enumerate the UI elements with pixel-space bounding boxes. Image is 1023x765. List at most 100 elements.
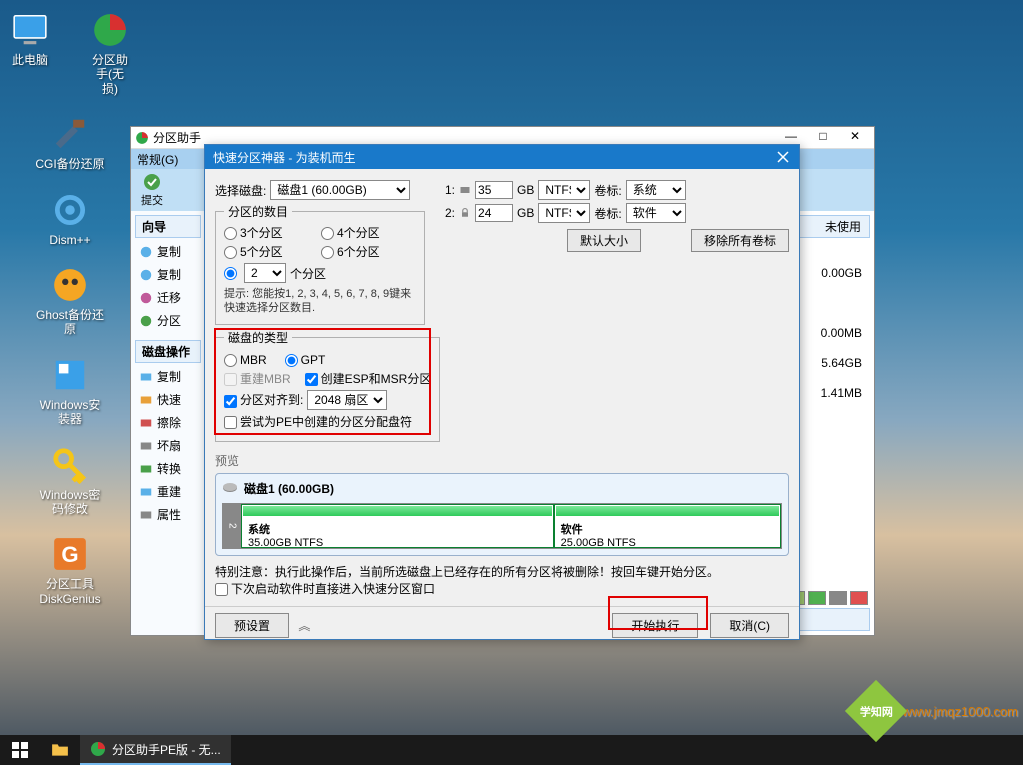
commit-icon (142, 172, 162, 192)
sidebar-item[interactable]: 擦除 (135, 411, 201, 434)
partition-2-num: 2: (445, 206, 455, 220)
sidebar-item[interactable]: 转换 (135, 457, 201, 480)
disk-type-legend: 磁盘的类型 (224, 329, 292, 346)
gb-label: GB (517, 206, 534, 220)
taskbar-app-partition[interactable]: 分区助手PE版 - 无... (80, 735, 231, 765)
sidebar-item[interactable]: 分区 (135, 309, 201, 332)
menu-general[interactable]: 常规(G) (137, 151, 178, 168)
desktop-icon-computer[interactable]: 此电脑 (10, 10, 50, 96)
partition-2-size[interactable] (475, 204, 513, 222)
diskgenius-icon: G (51, 535, 89, 573)
svg-text:G: G (61, 542, 78, 567)
radio-4-partitions[interactable]: 4个分区 (321, 224, 416, 241)
radio-mbr[interactable]: MBR (224, 353, 267, 367)
radio-3-partitions[interactable]: 3个分区 (224, 224, 319, 241)
sidebar-item[interactable]: 复制 (135, 365, 201, 388)
value-cell: 1.41MB (821, 386, 862, 400)
partition-count-fieldset: 分区的数目 3个分区 4个分区 5个分区 6个分区 2 个分区 提示: 您能按1… (215, 203, 425, 325)
preview-disk-title: 磁盘1 (60.00GB) (244, 480, 334, 497)
maximize-button[interactable]: □ (808, 129, 838, 147)
partition-1-row: 1: GB NTFS 卷标: 系统 (445, 180, 789, 200)
taskbar-explorer[interactable] (40, 735, 80, 765)
sidebar-item[interactable]: 坏扇 (135, 434, 201, 457)
taskbar: 分区助手PE版 - 无... (0, 735, 1023, 765)
expand-icon[interactable]: ︽ (298, 619, 310, 633)
remove-labels-button[interactable]: 移除所有卷标 (691, 229, 789, 252)
dialog-title: 快速分区神器 - 为装机而生 (213, 149, 356, 166)
desktop-icon-partition[interactable]: 分区助手(无损) (90, 10, 130, 96)
volume-label-lbl: 卷标: (594, 205, 621, 222)
radio-gpt[interactable]: GPT (285, 353, 326, 367)
computer-icon (11, 11, 49, 49)
partition-2-label[interactable]: 软件 (626, 203, 686, 223)
desktop-icon-ghost[interactable]: Ghost备份还原 (10, 265, 130, 337)
partition-1-size[interactable] (475, 181, 513, 199)
cancel-button[interactable]: 取消(C) (710, 613, 789, 638)
quick-partition-dialog: 快速分区神器 - 为装机而生 选择磁盘: 磁盘1 (60.00GB) 分区的数目… (204, 144, 800, 640)
toolbar-commit[interactable]: 提交 (141, 172, 163, 208)
partition-hint: 提示: 您能按1, 2, 3, 4, 5, 6, 7, 8, 9键来快速选择分区… (224, 287, 416, 316)
preview-label: 预览 (215, 452, 789, 469)
close-icon (777, 151, 789, 163)
lock-icon (459, 207, 471, 219)
folder-icon (51, 741, 69, 759)
windows-install-icon (51, 356, 89, 394)
desktop-icon-diskgenius[interactable]: G 分区工具DiskGenius (10, 534, 130, 606)
desktop-icon-cgi[interactable]: CGI备份还原 (10, 114, 130, 171)
preview-reserved: 2 (223, 504, 241, 548)
preview-partition-1: 系统 35.00GB NTFS (241, 504, 554, 548)
sidebar-wizard-title: 向导 (135, 215, 201, 238)
default-size-button[interactable]: 默认大小 (567, 229, 641, 252)
windows-icon (12, 742, 28, 758)
value-cell: 0.00MB (821, 326, 862, 340)
radio-6-partitions[interactable]: 6个分区 (321, 243, 416, 260)
preset-button[interactable]: 预设置 (215, 613, 289, 638)
sidebar-item[interactable]: 重建 (135, 480, 201, 503)
disk-icon (222, 480, 238, 496)
checkbox-pe-drive[interactable]: 尝试为PE中创建的分区分配盘符 (224, 413, 412, 430)
sidebar-item[interactable]: 属性 (135, 503, 201, 526)
dialog-titlebar[interactable]: 快速分区神器 - 为装机而生 (205, 145, 799, 169)
sidebar-item[interactable]: 复制 (135, 240, 201, 263)
gear-icon (51, 191, 89, 229)
dialog-footer: 预设置 ︽ 开始执行 取消(C) (205, 606, 799, 644)
watermark-logo: 学知网 (845, 680, 907, 742)
preview-bar: 2 系统 35.00GB NTFS 软件 25.00GB NTFS (222, 503, 782, 549)
desktop-icon-wininstall[interactable]: Windows安装器 (10, 355, 130, 427)
desktop-icon-winpwd[interactable]: Windows密码修改 (10, 445, 130, 517)
desktop-icon-dism[interactable]: Dism++ (10, 190, 130, 247)
align-dropdown[interactable]: 2048 扇区 (307, 390, 387, 410)
primary-icon (459, 184, 471, 196)
hammer-icon (51, 115, 89, 153)
select-disk-label: 选择磁盘: (215, 182, 266, 199)
volume-label-lbl: 卷标: (594, 182, 621, 199)
checkbox-align[interactable]: 分区对齐到: (224, 391, 303, 408)
parent-title: 分区助手 (153, 129, 201, 146)
partition-icon (90, 741, 106, 757)
gb-label: GB (517, 183, 534, 197)
dialog-close-button[interactable] (767, 145, 799, 169)
radio-5-partitions[interactable]: 5个分区 (224, 243, 319, 260)
preview-partition-2: 软件 25.00GB NTFS (554, 504, 781, 548)
custom-count-dropdown[interactable]: 2 (244, 263, 286, 283)
sidebar-item[interactable]: 迁移 (135, 286, 201, 309)
radio-custom-partitions[interactable] (224, 266, 240, 280)
close-button[interactable]: ✕ (840, 129, 870, 147)
select-disk-dropdown[interactable]: 磁盘1 (60.00GB) (270, 180, 410, 200)
start-button[interactable] (0, 735, 40, 765)
key-icon (51, 446, 89, 484)
sidebar-item[interactable]: 复制 (135, 263, 201, 286)
value-cell: 0.00GB (821, 266, 862, 280)
partition-1-num: 1: (445, 183, 455, 197)
sidebar-diskops-title: 磁盘操作 (135, 340, 201, 363)
execute-button[interactable]: 开始执行 (612, 613, 698, 638)
disk-type-fieldset: 磁盘的类型 MBR GPT 重建MBR 创建ESP和MSR分区 分区对齐到: 2… (215, 329, 440, 442)
partition-1-fs[interactable]: NTFS (538, 180, 590, 200)
sidebar-item[interactable]: 快速 (135, 388, 201, 411)
checkbox-rebuild-mbr[interactable]: 重建MBR (224, 370, 291, 387)
checkbox-next-boot[interactable]: 下次启动软件时直接进入快速分区窗口 (215, 582, 435, 596)
checkbox-create-esp[interactable]: 创建ESP和MSR分区 (305, 370, 432, 387)
partition-1-label[interactable]: 系统 (626, 180, 686, 200)
partition-2-fs[interactable]: NTFS (538, 203, 590, 223)
partition-icon (91, 11, 129, 49)
